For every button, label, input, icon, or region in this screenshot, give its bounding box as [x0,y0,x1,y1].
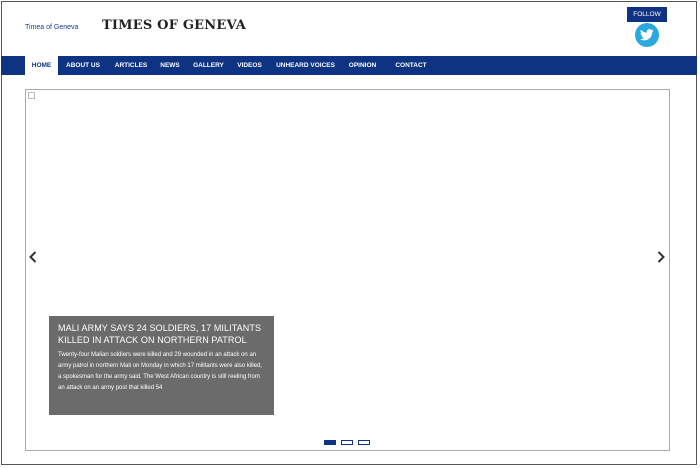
slider-dot-3[interactable] [358,440,370,445]
nav-item-videos[interactable]: VIDEOS [232,56,267,75]
caption-text: Twenty-four Malian soldiers were killed … [58,352,263,391]
chevron-right-icon [657,251,665,263]
slider-dot-1[interactable] [324,440,336,445]
hero-slider: MALI ARMY SAYS 24 SOLDIERS, 17 MILITANTS… [25,89,670,451]
nav-item-contact-us[interactable]: CONTACT US [385,56,437,88]
nav-item-unheard-voices[interactable]: UNHEARD VOICES [269,56,342,75]
twitter-button[interactable] [635,23,659,47]
nav-item-opinion[interactable]: OPINION [343,56,382,75]
site-header: Timea of Geneva TIMES OF GENEVA FOLLOW U… [0,0,700,56]
slider-dot-2[interactable] [341,440,353,445]
main-nav: HOME ABOUT US ARTICLES NEWS GALLERY VIDE… [1,56,697,88]
slider-next-button[interactable] [656,250,666,264]
twitter-bird-icon [640,29,654,41]
follow-us-label: FOLLOW US. [627,7,667,33]
slide-caption[interactable]: MALI ARMY SAYS 24 SOLDIERS, 17 MILITANTS… [49,316,274,415]
nav-item-gallery[interactable]: GALLERY [188,56,229,75]
slider-pagination [324,440,370,446]
site-logo[interactable]: Timea of Geneva [25,24,78,31]
nav-item-about-us[interactable]: ABOUT US [60,56,106,75]
chevron-left-icon [29,251,37,263]
nav-item-articles[interactable]: ARTICLES [109,56,153,75]
site-title[interactable]: TIMES OF GENEVA [102,18,246,33]
caption-title[interactable]: MALI ARMY SAYS 24 SOLDIERS, 17 MILITANTS… [58,322,265,346]
nav-item-news[interactable]: NEWS [155,56,185,75]
nav-item-home[interactable]: HOME [25,56,58,75]
broken-image-icon [28,92,35,99]
slider-prev-button[interactable] [28,250,38,264]
